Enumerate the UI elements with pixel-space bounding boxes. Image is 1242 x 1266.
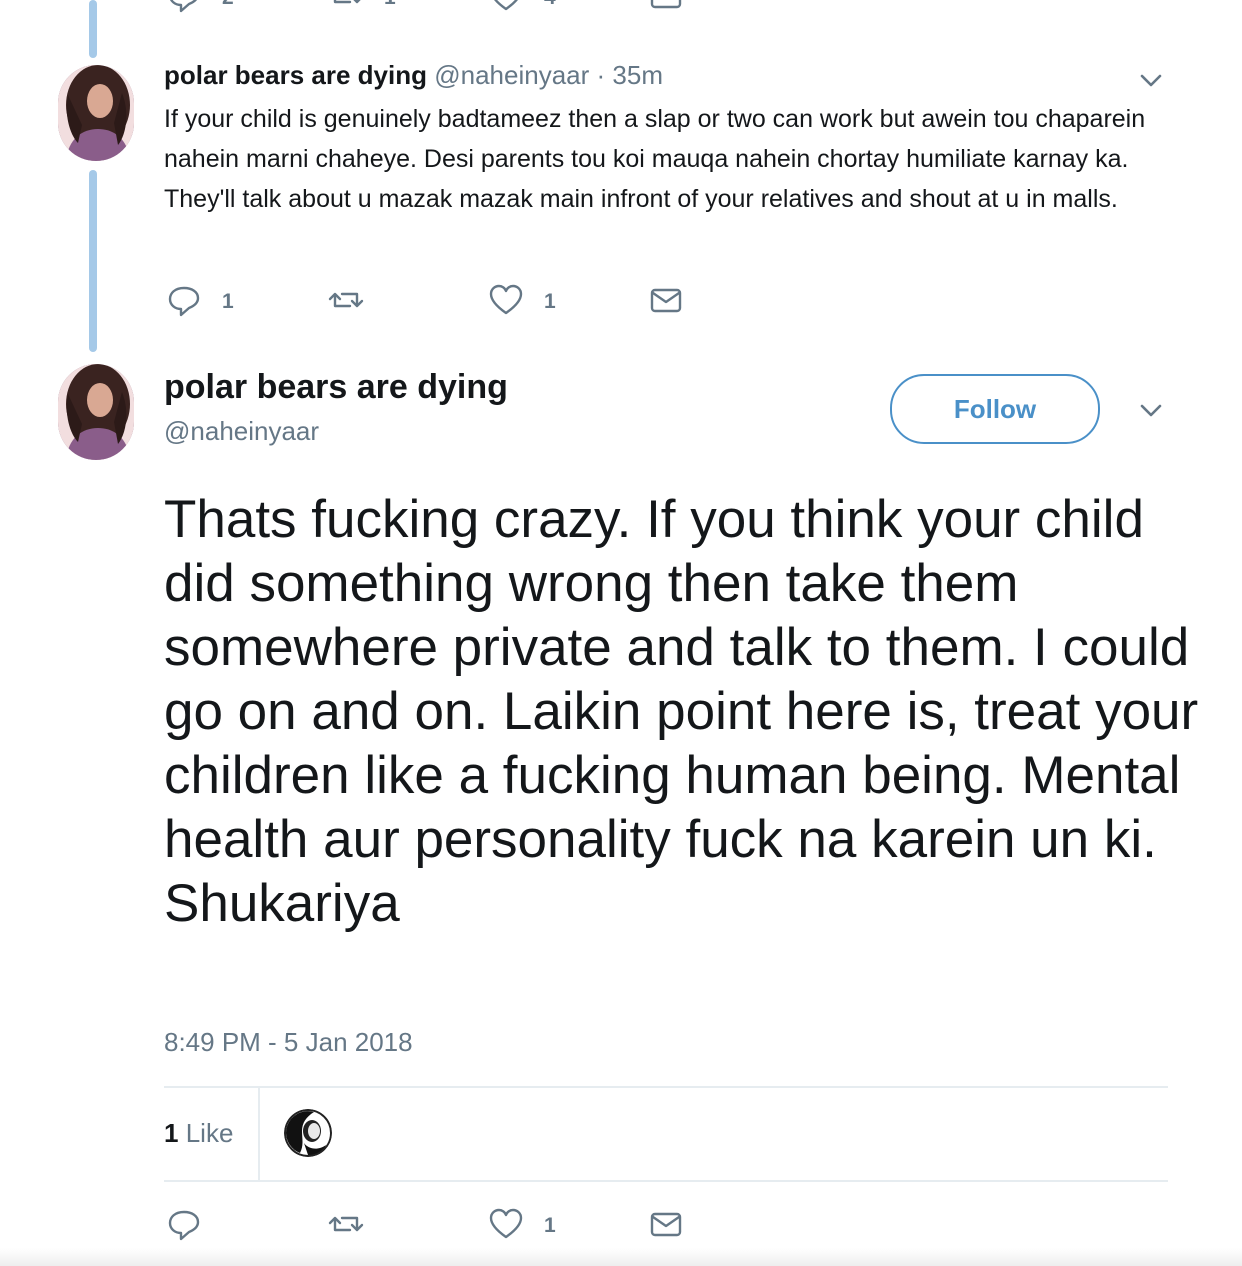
like-action[interactable]: 4 [486, 0, 556, 18]
retweet-action[interactable] [326, 1206, 384, 1246]
like-count: 1 [544, 290, 556, 313]
parent-tweet-text: If your child is genuinely badtameez the… [164, 105, 1146, 213]
heart-icon [486, 0, 526, 21]
heart-icon [486, 280, 526, 325]
message-action[interactable] [646, 282, 686, 322]
like-count: 4 [544, 0, 556, 10]
bottom-edge-shadow [0, 1248, 1242, 1266]
main-tweet-avatar[interactable] [58, 364, 134, 460]
reply-icon [164, 1204, 204, 1249]
main-tweet-actions: 1 [164, 1206, 724, 1246]
reply-count: 1 [222, 290, 234, 313]
retweet-action[interactable]: 1 [326, 0, 396, 18]
parent-tweet-handle[interactable]: @naheinyaar [434, 60, 589, 90]
like-action[interactable]: 1 [486, 1206, 556, 1246]
main-tweet-handle[interactable]: @naheinyaar [164, 416, 319, 447]
previous-tweet-actions: 2 1 4 [164, 0, 724, 18]
thread-line-top [89, 0, 97, 58]
main-tweet-timestamp[interactable]: 8:49 PM - 5 Jan 2018 [164, 1027, 413, 1058]
reply-action[interactable]: 2 [164, 0, 234, 18]
thread-line-middle [89, 170, 97, 352]
like-action[interactable]: 1 [486, 282, 556, 322]
reply-count: 2 [222, 0, 234, 10]
parent-tweet-header: polar bears are dying @naheinyaar · 35m [164, 60, 663, 91]
likes-stat-label: Like [185, 1118, 234, 1148]
parent-tweet-more-button[interactable] [1137, 66, 1165, 94]
main-tweet-display-name[interactable]: polar bears are dying [164, 368, 508, 407]
follow-button[interactable]: Follow [890, 374, 1100, 444]
message-action[interactable] [646, 0, 686, 18]
likes-stat-count: 1 [164, 1118, 179, 1148]
divider-bottom [164, 1180, 1168, 1182]
envelope-icon [646, 1204, 686, 1249]
heart-icon [486, 1204, 526, 1249]
parent-tweet-actions: 1 1 [164, 282, 724, 322]
message-action[interactable] [646, 1206, 686, 1246]
liker-avatar[interactable] [284, 1109, 332, 1157]
stats-separator [258, 1088, 260, 1180]
retweet-icon [326, 280, 366, 325]
parent-tweet-display-name[interactable]: polar bears are dying [164, 60, 427, 90]
parent-tweet-time[interactable]: 35m [612, 60, 663, 90]
main-tweet-more-button[interactable] [1137, 396, 1165, 424]
retweet-action[interactable] [326, 282, 384, 322]
parent-tweet-avatar[interactable] [58, 65, 134, 161]
reply-icon [164, 280, 204, 325]
main-tweet-text: Thats fucking crazy. If you think your c… [164, 490, 1199, 933]
reply-action[interactable] [164, 1206, 222, 1246]
envelope-icon [646, 280, 686, 325]
chevron-down-icon [1137, 74, 1165, 98]
retweet-count: 1 [384, 0, 396, 10]
reply-action[interactable]: 1 [164, 282, 234, 322]
like-count: 1 [544, 1214, 556, 1237]
tweet-stats: 1 Like [164, 1088, 1168, 1180]
parent-tweet-separator: · [596, 60, 606, 90]
chevron-down-icon [1137, 404, 1165, 428]
reply-icon [164, 0, 204, 21]
retweet-icon [326, 1204, 366, 1249]
envelope-icon [646, 0, 686, 21]
likes-stat[interactable]: 1 Like [164, 1118, 233, 1149]
retweet-icon [326, 0, 366, 21]
